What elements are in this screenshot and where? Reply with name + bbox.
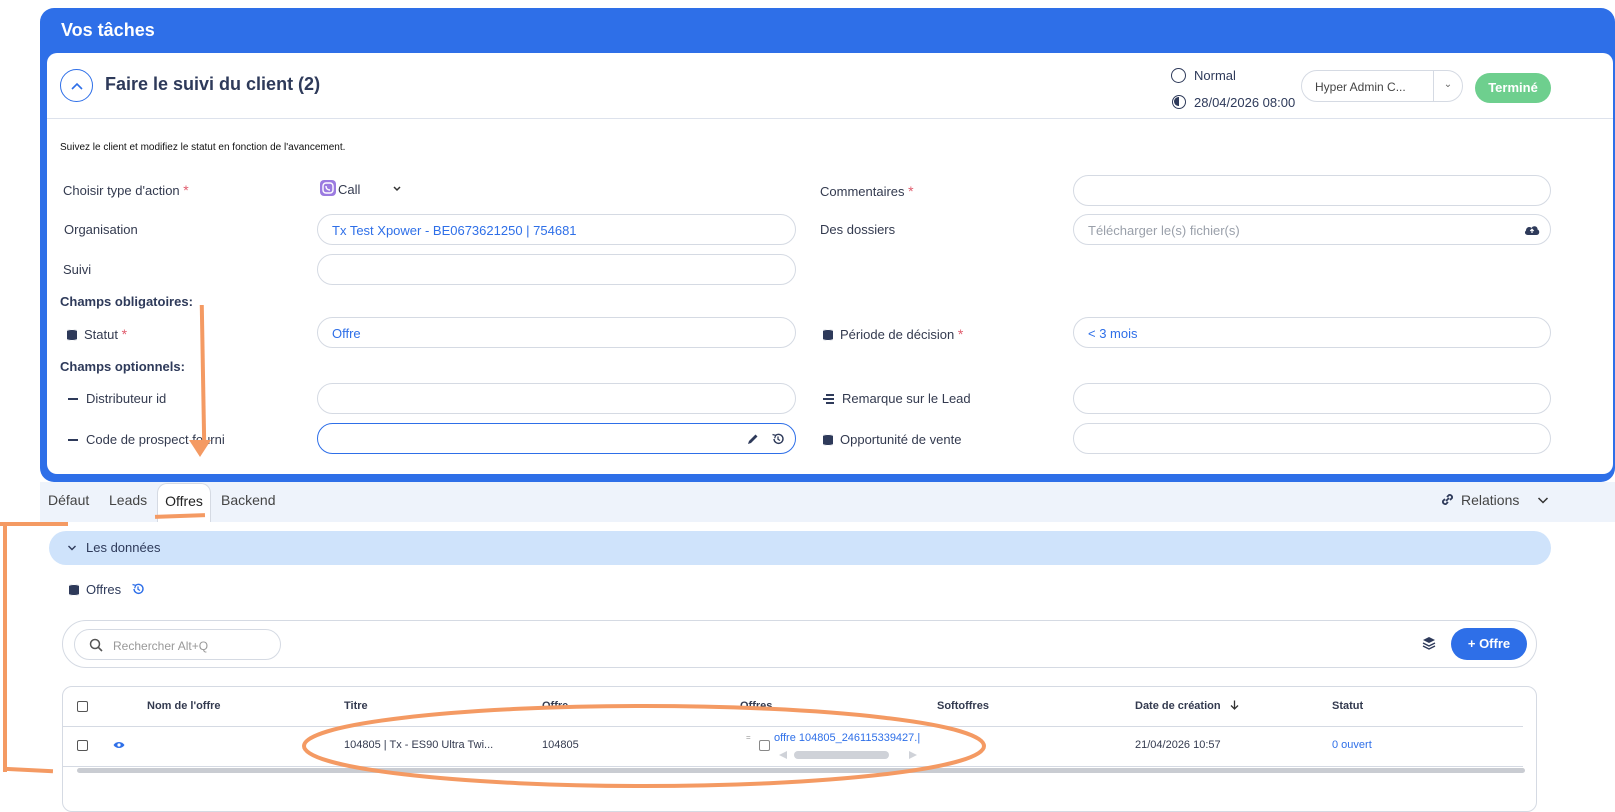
task-title: Faire le suivi du client (2) bbox=[105, 74, 321, 94]
tasks-panel: Vos tâches Faire le suivi du client (2) … bbox=[40, 8, 1615, 482]
list-toolbar: Rechercher Alt+Q + Offre bbox=[62, 620, 1537, 668]
dossiers-placeholder: Télécharger le(s) fichier(s) bbox=[1088, 223, 1240, 238]
due-date-icon bbox=[1172, 95, 1186, 109]
dash-icon bbox=[68, 439, 78, 441]
eye-icon[interactable] bbox=[113, 741, 125, 749]
remarque-input[interactable] bbox=[1073, 383, 1551, 414]
sort-arrow-icon bbox=[1230, 700, 1239, 710]
collapse-button[interactable] bbox=[60, 69, 93, 102]
upload-cloud-icon[interactable] bbox=[1524, 224, 1540, 236]
database-icon bbox=[67, 329, 77, 341]
lines-icon bbox=[823, 394, 834, 404]
annotation-bracket-top bbox=[0, 522, 68, 526]
add-offre-button[interactable]: + Offre bbox=[1451, 628, 1527, 660]
search-icon bbox=[89, 638, 103, 652]
accordion-header[interactable]: Les données bbox=[49, 531, 1551, 565]
relations-label: Relations bbox=[1461, 492, 1520, 508]
statut-label: Statut * bbox=[67, 326, 127, 342]
distributeur-label: Distributeur id bbox=[68, 391, 166, 406]
remarque-label: Remarque sur le Lead bbox=[823, 391, 971, 406]
annotation-ellipse bbox=[302, 704, 986, 788]
dossiers-label: Des dossiers bbox=[820, 222, 896, 237]
offres-list-label: Offres bbox=[69, 582, 145, 597]
task-hint: Suivez le client et modifiez le statut e… bbox=[60, 142, 346, 153]
chevron-down-icon bbox=[68, 545, 76, 551]
statut-input[interactable]: Offre bbox=[317, 317, 796, 348]
column-header-date[interactable]: Date de création bbox=[1135, 700, 1239, 712]
accordion-title: Les données bbox=[86, 540, 161, 555]
action-type-value[interactable]: Call bbox=[338, 182, 360, 197]
select-all-checkbox[interactable] bbox=[77, 701, 88, 712]
column-header[interactable]: Nom de l'offre bbox=[147, 700, 221, 712]
database-icon bbox=[823, 329, 833, 341]
action-type-label: Choisir type d'action * bbox=[63, 182, 189, 198]
opportunite-label: Opportunité de vente bbox=[823, 432, 961, 447]
relations-toggle[interactable]: Relations bbox=[1440, 492, 1549, 508]
dash-icon bbox=[68, 398, 78, 400]
due-date-text: 28/04/2026 08:00 bbox=[1194, 95, 1296, 110]
cell-statut[interactable]: 0 ouvert bbox=[1332, 739, 1372, 751]
search-input[interactable]: Rechercher Alt+Q bbox=[74, 629, 281, 660]
phone-icon bbox=[320, 180, 336, 196]
chevron-down-icon[interactable]: ⌄ bbox=[1433, 71, 1462, 101]
suivi-label: Suivi bbox=[63, 262, 92, 277]
search-placeholder: Rechercher Alt+Q bbox=[113, 639, 209, 653]
chevron-down-icon[interactable] bbox=[392, 181, 402, 199]
database-icon bbox=[69, 584, 79, 596]
organisation-input[interactable]: Tx Test Xpower - BE0673621250 | 754681 bbox=[317, 214, 796, 245]
opportunite-input[interactable] bbox=[1073, 423, 1551, 454]
tab-leads[interactable]: Leads bbox=[109, 492, 147, 508]
assignee-select[interactable]: Hyper Admin C... ⌄ bbox=[1301, 70, 1463, 102]
priority-text: Normal bbox=[1194, 68, 1236, 83]
decision-input[interactable]: < 3 mois bbox=[1073, 317, 1551, 348]
mandatory-fields-title: Champs obligatoires: bbox=[60, 294, 193, 309]
comments-label: Commentaires * bbox=[820, 183, 914, 199]
task-card: Faire le suivi du client (2) Normal 28/0… bbox=[47, 53, 1613, 474]
database-icon bbox=[823, 434, 833, 446]
organisation-label: Organisation bbox=[64, 222, 138, 237]
annotation-arrow-head bbox=[189, 440, 211, 457]
history-icon[interactable] bbox=[131, 582, 145, 596]
decision-label: Période de décision * bbox=[823, 326, 963, 342]
annotation-bracket-side bbox=[3, 522, 7, 772]
tab-bar: Défaut Leads Offres Backend Relations bbox=[40, 482, 1615, 523]
history-icon[interactable] bbox=[771, 432, 785, 446]
link-icon bbox=[1442, 494, 1453, 505]
pencil-icon[interactable] bbox=[747, 433, 759, 445]
row-checkbox[interactable] bbox=[77, 740, 88, 751]
suivi-input[interactable] bbox=[317, 254, 796, 285]
tab-backend[interactable]: Backend bbox=[221, 492, 275, 508]
code-prospect-input[interactable] bbox=[317, 423, 796, 454]
chevron-up-icon bbox=[70, 82, 83, 90]
cell-date: 21/04/2026 10:57 bbox=[1135, 739, 1221, 751]
task-header: Faire le suivi du client (2) Normal 28/0… bbox=[47, 53, 1613, 119]
layers-icon[interactable] bbox=[1422, 636, 1436, 650]
chevron-down-icon bbox=[1538, 497, 1549, 504]
comments-input[interactable] bbox=[1073, 175, 1551, 206]
optional-fields-title: Champs optionnels: bbox=[60, 359, 185, 374]
panel-title: Vos tâches bbox=[61, 20, 155, 40]
column-header[interactable]: Statut bbox=[1332, 700, 1363, 712]
assignee-value: Hyper Admin C... bbox=[1315, 80, 1406, 94]
tab-defaut[interactable]: Défaut bbox=[48, 492, 89, 508]
distributeur-input[interactable] bbox=[317, 383, 796, 414]
priority-circle-icon bbox=[1171, 68, 1186, 83]
done-button[interactable]: Terminé bbox=[1475, 73, 1551, 103]
dossiers-upload[interactable]: Télécharger le(s) fichier(s) bbox=[1073, 214, 1551, 245]
